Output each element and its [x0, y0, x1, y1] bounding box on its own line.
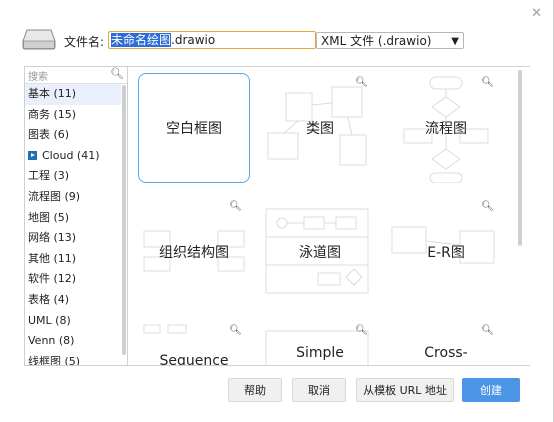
dialog-buttons: 帮助 取消 从模板 URL 地址 创建 — [0, 378, 554, 402]
category-label: 其他 (11) — [28, 251, 77, 265]
category-label: 软件 (12) — [28, 272, 77, 286]
template-label: Sequence — [159, 353, 229, 366]
format-select[interactable]: XML 文件 (.drawio) ▼ — [316, 32, 464, 49]
zoom-icon[interactable]: 🔍︎ — [355, 77, 368, 88]
category-item-maps[interactable]: 地图 (5) — [25, 208, 121, 229]
zoom-icon[interactable]: 🔍︎ — [481, 77, 494, 88]
category-label: 图表 (6) — [28, 128, 70, 142]
category-item-venn[interactable]: Venn (8) — [25, 331, 121, 352]
template-sequence[interactable]: 🔍︎ Sequence — [138, 321, 250, 366]
category-label: 流程图 (9) — [28, 189, 81, 203]
chevron-down-icon: ▼ — [451, 36, 459, 47]
category-label: UML (8) — [28, 313, 71, 327]
category-item-wireframes[interactable]: 线框图 (5) — [25, 352, 121, 366]
zoom-icon[interactable]: 🔍︎ — [481, 201, 494, 212]
format-select-value: XML 文件 (.drawio) — [321, 34, 432, 48]
template-label: Cross- — [424, 345, 468, 361]
filename-extension: .drawio — [171, 33, 216, 47]
zoom-icon[interactable]: 🔍︎ — [229, 201, 242, 212]
from-template-url-button[interactable]: 从模板 URL 地址 — [356, 378, 454, 402]
category-item-flowchart[interactable]: 流程图 (9) — [25, 187, 121, 208]
category-item-cloud[interactable]: Cloud (41) — [25, 146, 121, 167]
scrollbar[interactable] — [122, 85, 126, 355]
category-panel: 搜索 🔍︎ 基本 (11) 商务 (15) 图表 (6) Cloud (41) … — [24, 66, 128, 366]
zoom-icon[interactable]: 🔍︎ — [355, 325, 368, 336]
template-label: 流程图 — [425, 121, 467, 137]
category-label: Cloud (41) — [42, 148, 100, 162]
category-label: 表格 (4) — [28, 292, 70, 306]
template-simple[interactable]: 🔍︎ Simple — [264, 321, 376, 365]
template-er-diagram[interactable]: 🔍︎ E-R图 — [390, 197, 502, 307]
category-item-software[interactable]: 软件 (12) — [25, 269, 121, 290]
category-item-tables[interactable]: 表格 (4) — [25, 290, 121, 311]
drive-icon — [22, 29, 56, 50]
category-label: 地图 (5) — [28, 210, 70, 224]
filename-label: 文件名: — [64, 35, 105, 49]
category-item-business[interactable]: 商务 (15) — [25, 105, 121, 126]
category-item-uml[interactable]: UML (8) — [25, 311, 121, 332]
template-cross-functional[interactable]: 🔍︎ Cross- — [390, 321, 502, 365]
close-icon[interactable]: ✕ — [531, 6, 542, 21]
cloud-icon — [28, 150, 37, 160]
search-icon[interactable]: 🔍︎ — [110, 67, 124, 80]
template-flowchart[interactable]: 🔍︎ 流程图 — [390, 73, 502, 183]
category-label: 工程 (3) — [28, 169, 70, 183]
category-label: 线框图 (5) — [28, 354, 81, 366]
category-item-network[interactable]: 网络 (13) — [25, 228, 121, 249]
help-button[interactable]: 帮助 — [228, 378, 282, 402]
zoom-icon[interactable]: 🔍︎ — [481, 325, 494, 336]
template-label: 空白框图 — [166, 121, 222, 137]
scrollbar[interactable] — [518, 70, 522, 246]
category-item-charts[interactable]: 图表 (6) — [25, 125, 121, 146]
filename-selected-text: 未命名绘图 — [111, 33, 172, 47]
category-label: 网络 (13) — [28, 231, 77, 245]
template-label: 类图 — [306, 121, 334, 137]
filename-input[interactable]: 未命名绘图.drawio — [108, 31, 316, 49]
search-input[interactable]: 搜索 🔍︎ — [25, 67, 127, 84]
template-label: 组织结构图 — [159, 245, 229, 261]
category-label: 基本 (11) — [28, 87, 77, 100]
category-list: 基本 (11) 商务 (15) 图表 (6) Cloud (41) 工程 (3)… — [25, 84, 121, 366]
template-grid: 空白框图 🔍︎ 类图 🔍︎ 流程图 🔍︎ 组织结构图 泳道图 🔍︎ E-R图 🔍… — [128, 66, 530, 366]
search-placeholder: 搜索 — [28, 72, 48, 83]
template-org-chart[interactable]: 🔍︎ 组织结构图 — [138, 197, 250, 307]
zoom-icon[interactable]: 🔍︎ — [229, 325, 242, 336]
template-swimlane[interactable]: 泳道图 — [264, 197, 376, 307]
template-label: E-R图 — [427, 245, 465, 261]
category-item-other[interactable]: 其他 (11) — [25, 249, 121, 270]
template-label: Simple — [296, 345, 344, 361]
category-label: Venn (8) — [28, 334, 75, 348]
category-item-basic[interactable]: 基本 (11) — [25, 84, 121, 105]
cancel-button[interactable]: 取消 — [292, 378, 346, 402]
template-class-diagram[interactable]: 🔍︎ 类图 — [264, 73, 376, 183]
category-item-engineering[interactable]: 工程 (3) — [25, 166, 121, 187]
template-label: 泳道图 — [299, 245, 341, 261]
create-button[interactable]: 创建 — [462, 378, 520, 402]
template-blank[interactable]: 空白框图 — [138, 73, 250, 183]
category-label: 商务 (15) — [28, 107, 77, 121]
filename-row: 文件名: 未命名绘图.drawio XML 文件 (.drawio) ▼ — [22, 26, 532, 56]
